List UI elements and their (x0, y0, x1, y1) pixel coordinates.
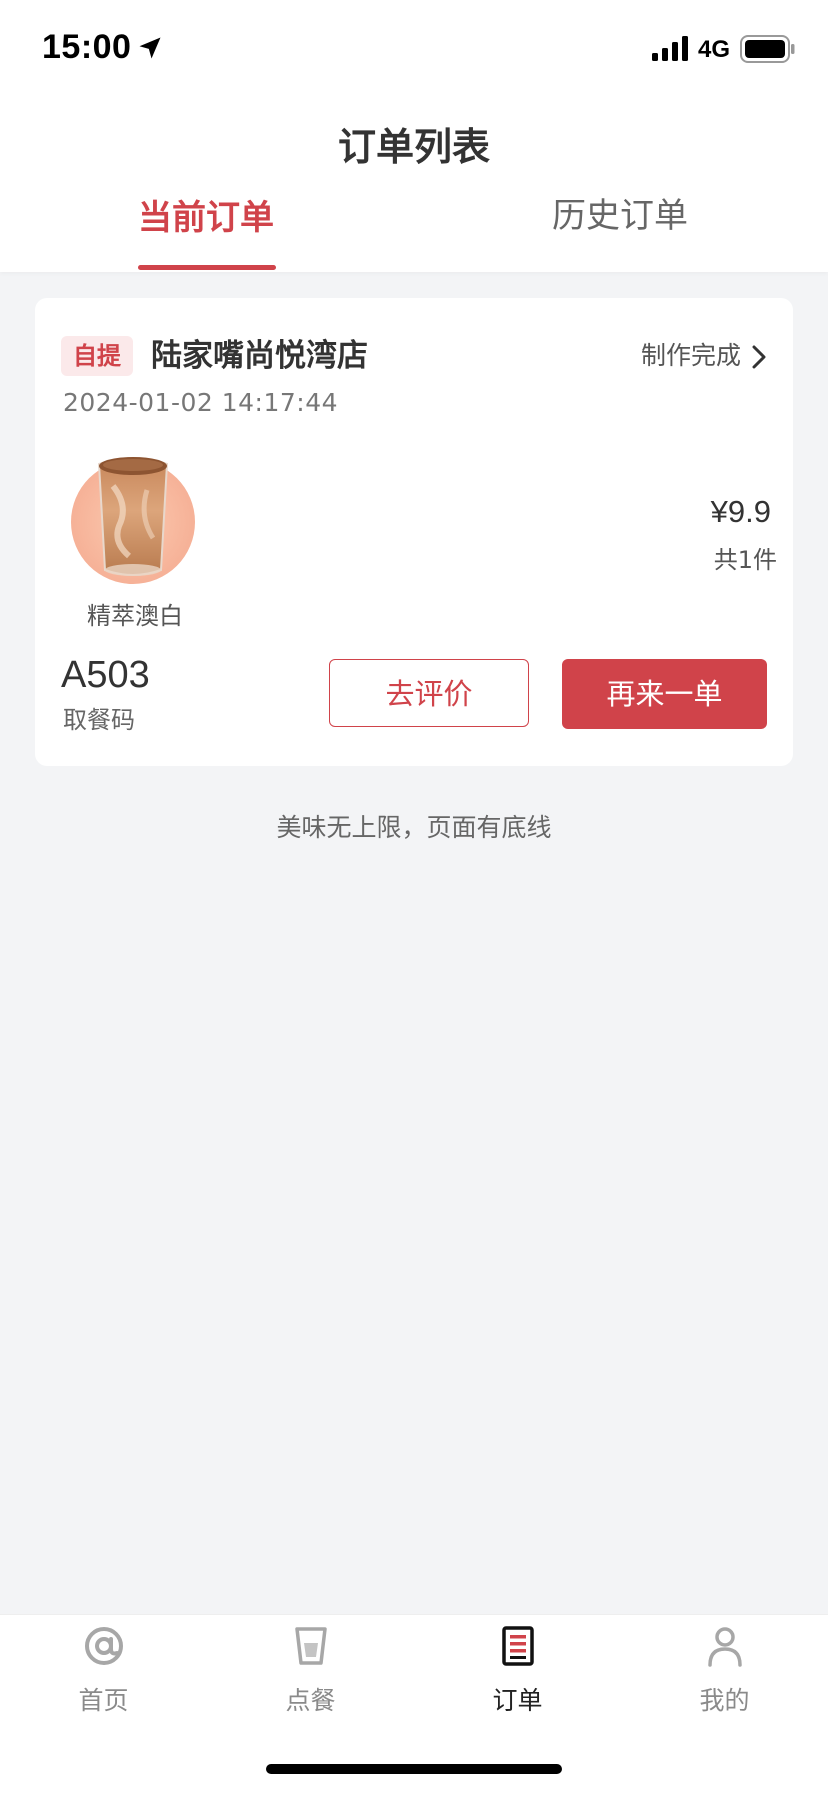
order-time: 2024-01-02 14:17:44 (63, 388, 339, 417)
product-image (71, 457, 195, 584)
tab-current-orders[interactable]: 当前订单 (86, 190, 326, 239)
nav-label-order-food: 点餐 (285, 1686, 336, 1715)
active-tab-indicator (138, 265, 276, 270)
item-count: 共1件 (713, 546, 777, 574)
review-button[interactable]: 去评价 (329, 659, 529, 727)
nav-label-home: 首页 (78, 1686, 129, 1715)
nav-label-orders: 订单 (492, 1686, 543, 1715)
home-at-icon (85, 1627, 123, 1665)
order-price: ¥9.9 (710, 494, 771, 529)
top-header-area: 15:00 4G 订单列表 当前订单 历史订单 (0, 0, 828, 272)
signal-icon (652, 36, 688, 61)
footer-note: 美味无上限，页面有底线 (276, 813, 552, 842)
order-card[interactable]: 自提 陆家嘴尚悦湾店 制作完成 2024-01-02 14:17:44 精萃澳白… (35, 298, 793, 766)
store-name: 陆家嘴尚悦湾店 (151, 338, 368, 374)
pickup-code: A503 (61, 654, 150, 696)
status-time: 15:00 (42, 28, 132, 66)
pickup-code-label: 取餐码 (63, 706, 135, 734)
order-list-icon (502, 1626, 534, 1666)
nav-item-order-food[interactable]: 点餐 (207, 1615, 414, 1735)
tab-history-orders[interactable]: 历史订单 (500, 188, 740, 237)
battery-icon (740, 35, 795, 63)
nav-item-profile[interactable]: 我的 (621, 1615, 828, 1735)
chevron-right-icon[interactable] (749, 344, 769, 370)
nav-item-orders[interactable]: 订单 (414, 1615, 621, 1735)
location-arrow-icon (139, 37, 161, 59)
pickup-badge: 自提 (61, 336, 133, 376)
order-status-link[interactable]: 制作完成 (641, 336, 741, 376)
cup-icon (295, 1627, 327, 1665)
reorder-button[interactable]: 再来一单 (562, 659, 767, 729)
home-indicator-bar (266, 1764, 562, 1774)
network-label: 4G (698, 36, 731, 63)
nav-label-profile: 我的 (699, 1686, 750, 1715)
product-name: 精萃澳白 (87, 602, 183, 630)
nav-item-home[interactable]: 首页 (0, 1615, 207, 1735)
page-title: 订单列表 (337, 125, 490, 169)
user-icon (708, 1627, 742, 1667)
